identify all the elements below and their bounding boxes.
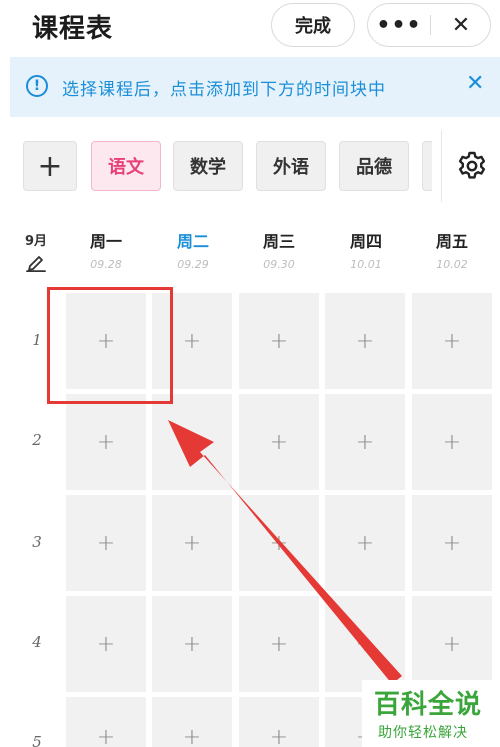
time-slot-thu-3[interactable]: + [325,495,405,591]
time-slot-fri-1[interactable]: + [412,293,492,389]
pencil-edit-icon[interactable] [26,254,46,272]
info-banner: ! 选择课程后，点击添加到下方的时间块中 ✕ [10,57,500,117]
day-header-thu: 周四 10.01 [325,228,407,271]
day-date: 10.01 [350,258,382,271]
time-slot-fri-4[interactable]: + [412,596,492,692]
day-name: 周一 [89,232,122,251]
mini-program-capsule: ••• ✕ [367,3,491,47]
more-button[interactable]: ••• [368,4,430,46]
course-chip-math[interactable]: 数学 [173,141,243,191]
day-date: 09.28 [90,258,122,271]
day-header-fri: 周五 10.02 [411,228,493,271]
course-chip-morality[interactable]: 品德 [339,141,409,191]
close-button[interactable]: ✕ [430,4,492,46]
month-label: 9月 [25,234,48,249]
time-slot-tue-3[interactable]: + [152,495,232,591]
time-slot-thu-4[interactable]: + [325,596,405,692]
time-slot-mon-5[interactable]: + [66,697,146,747]
day-date: 10.02 [436,258,468,271]
time-slot-fri-3[interactable]: + [412,495,492,591]
time-slot-wed-4[interactable]: + [239,596,319,692]
banner-close-icon[interactable]: ✕ [466,71,484,96]
watermark-title: 百科全说 [374,690,483,720]
day-header-mon: 周一 09.28 [65,228,147,271]
course-chip-chinese[interactable]: 语文 [91,141,161,191]
page-title: 课程表 [32,14,114,44]
header-bar: 课程表 完成 ••• ✕ [0,0,500,52]
time-slot-mon-1[interactable]: + [66,293,146,389]
period-label-4: 4 [32,633,42,651]
time-slot-tue-2[interactable]: + [152,394,232,490]
time-slot-tue-1[interactable]: + [152,293,232,389]
time-slot-mon-2[interactable]: + [66,394,146,490]
time-slot-tue-5[interactable]: + [152,697,232,747]
done-button[interactable]: 完成 [271,3,355,47]
day-name: 周五 [435,232,468,251]
watermark-logo: 百科全说 助你轻松解决 [362,680,500,747]
course-chip-partial[interactable] [422,141,432,191]
period-label-3: 3 [32,533,42,551]
time-slot-fri-2[interactable]: + [412,394,492,490]
time-slot-thu-2[interactable]: + [325,394,405,490]
day-name-today: 周二 [176,232,209,251]
period-label-1: 1 [32,331,42,349]
period-label-2: 2 [32,431,42,449]
chip-bar-divider [441,130,442,202]
day-date: 09.30 [263,258,295,271]
time-slot-tue-4[interactable]: + [152,596,232,692]
add-course-button[interactable]: + [23,141,77,191]
period-label-5: 5 [32,733,42,747]
banner-text: 选择课程后，点击添加到下方的时间块中 [62,80,386,100]
gear-icon[interactable] [456,150,488,182]
time-slot-wed-3[interactable]: + [239,495,319,591]
info-icon: ! [26,75,48,97]
day-date: 09.29 [177,258,209,271]
time-slot-mon-3[interactable]: + [66,495,146,591]
time-slot-wed-2[interactable]: + [239,394,319,490]
watermark-subtitle: 助你轻松解决 [378,725,468,741]
day-name: 周四 [349,232,382,251]
course-chip-foreign-language[interactable]: 外语 [256,141,326,191]
time-slot-wed-1[interactable]: + [239,293,319,389]
time-slot-mon-4[interactable]: + [66,596,146,692]
day-header-wed: 周三 09.30 [238,228,320,271]
day-header-tue: 周二 09.29 [152,228,234,271]
course-chip-bar: + 语文 数学 外语 品德 [0,130,500,202]
time-slot-wed-5[interactable]: + [239,697,319,747]
day-name: 周三 [262,232,295,251]
time-slot-thu-1[interactable]: + [325,293,405,389]
